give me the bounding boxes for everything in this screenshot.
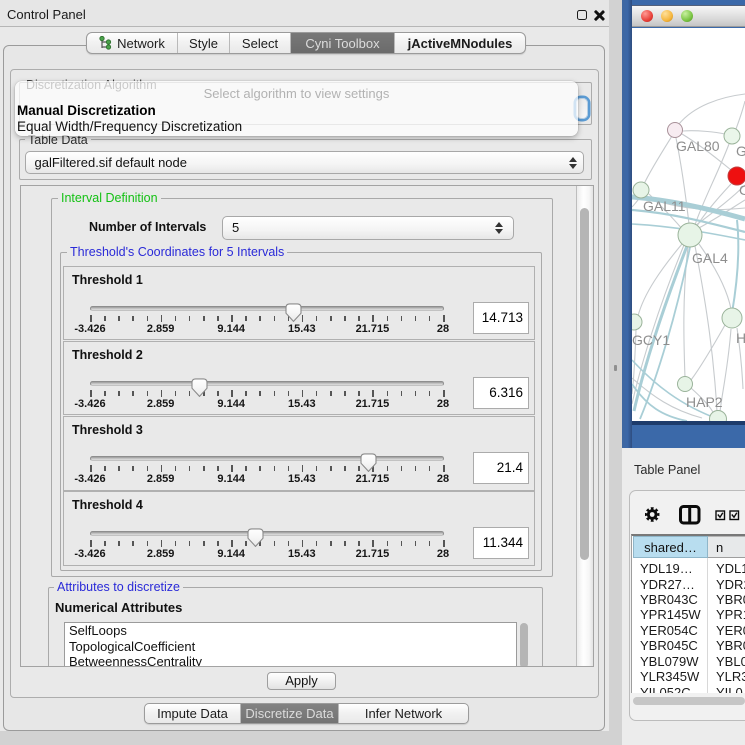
svg-text:GA: GA: [736, 143, 745, 159]
svg-text:GAL4: GAL4: [692, 250, 728, 266]
svg-text:GAL80: GAL80: [676, 138, 720, 154]
svg-text:C: C: [739, 182, 745, 198]
svg-text:GAL11: GAL11: [643, 198, 686, 214]
svg-text:GCY1: GCY1: [632, 332, 670, 348]
svg-text:H: H: [736, 330, 745, 346]
svg-text:HAP2: HAP2: [686, 394, 723, 410]
